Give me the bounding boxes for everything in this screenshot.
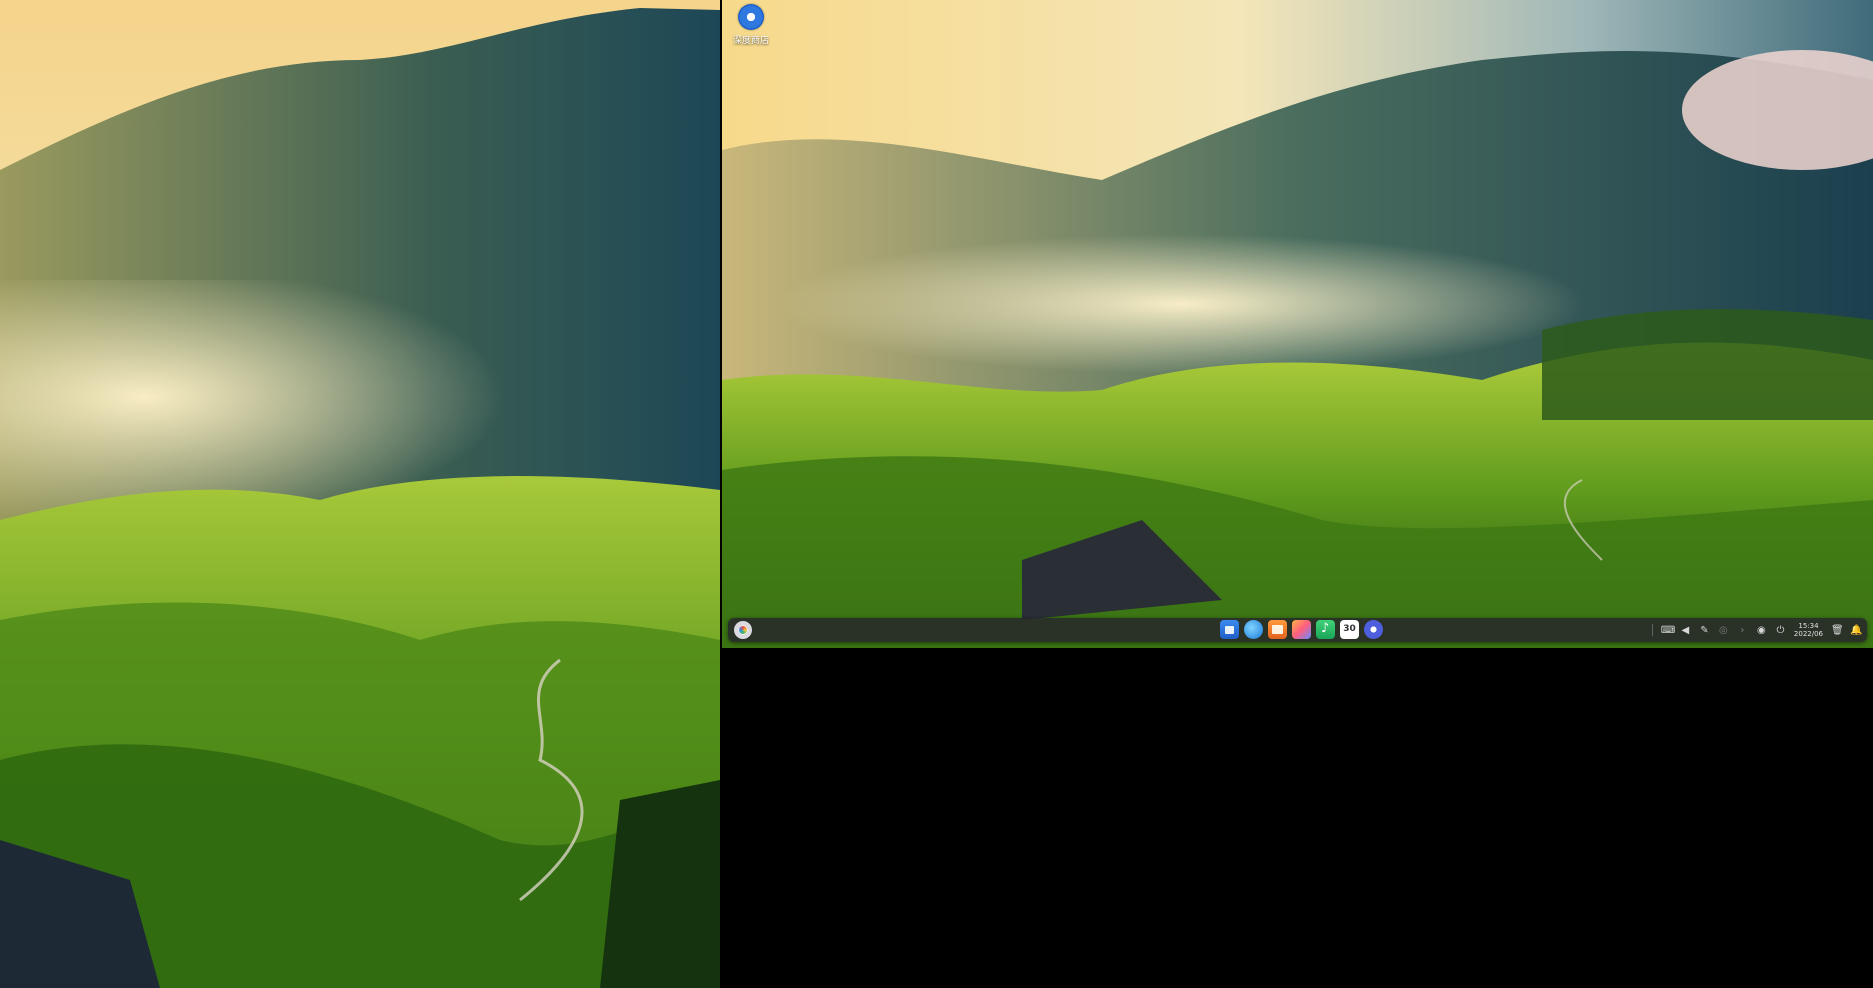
calendar-icon[interactable]: 30 (1340, 620, 1359, 639)
right-monitor: 深度商店 30 ⌨ ◀ ✎ ◎ › ◉ ⏻ 15:34 2022/06 🗑 (722, 0, 1873, 648)
system-tray: ⌨ ◀ ✎ ◎ › ◉ ⏻ 15:34 2022/06 🗑 🔔 (1651, 621, 1862, 639)
dock: 30 (1220, 620, 1383, 640)
network-icon[interactable]: ◎ (1718, 625, 1729, 636)
image-icon[interactable] (1292, 620, 1311, 639)
launcher-icon[interactable] (734, 621, 752, 639)
clock-date: 2022/06 (1793, 630, 1823, 638)
user-icon[interactable]: ◉ (1756, 625, 1767, 636)
notification-icon[interactable]: 🔔 (1850, 625, 1862, 636)
music-icon[interactable] (1316, 620, 1335, 639)
arrow-icon[interactable]: › (1737, 625, 1748, 636)
keyboard-icon[interactable]: ⌨ (1661, 625, 1675, 636)
desktop-icon-label: 深度商店 (732, 36, 769, 46)
browser-icon[interactable] (1244, 620, 1263, 639)
trash-icon[interactable]: 🗑 (1831, 625, 1844, 636)
power-icon[interactable]: ⏻ (1775, 625, 1786, 636)
calendar-day: 30 (1343, 624, 1356, 634)
store-icon[interactable] (1220, 620, 1239, 639)
gear-icon[interactable] (1364, 620, 1383, 639)
volume-icon[interactable]: ◀ (1680, 625, 1691, 636)
pen-icon[interactable]: ✎ (1699, 625, 1710, 636)
clock[interactable]: 15:34 2022/06 (1794, 622, 1823, 638)
app-store-icon (738, 4, 764, 30)
taskbar: 30 ⌨ ◀ ✎ ◎ › ◉ ⏻ 15:34 2022/06 🗑 🔔 (728, 618, 1867, 642)
folder-icon[interactable] (1268, 620, 1287, 639)
desktop-icon-app-store[interactable]: 深度商店 (728, 4, 774, 46)
left-monitor (0, 0, 720, 988)
clock-time: 15:34 (1798, 622, 1819, 630)
desktop-wallpaper (0, 0, 720, 988)
tray-divider (1651, 624, 1653, 636)
desktop-wallpaper (722, 0, 1873, 648)
